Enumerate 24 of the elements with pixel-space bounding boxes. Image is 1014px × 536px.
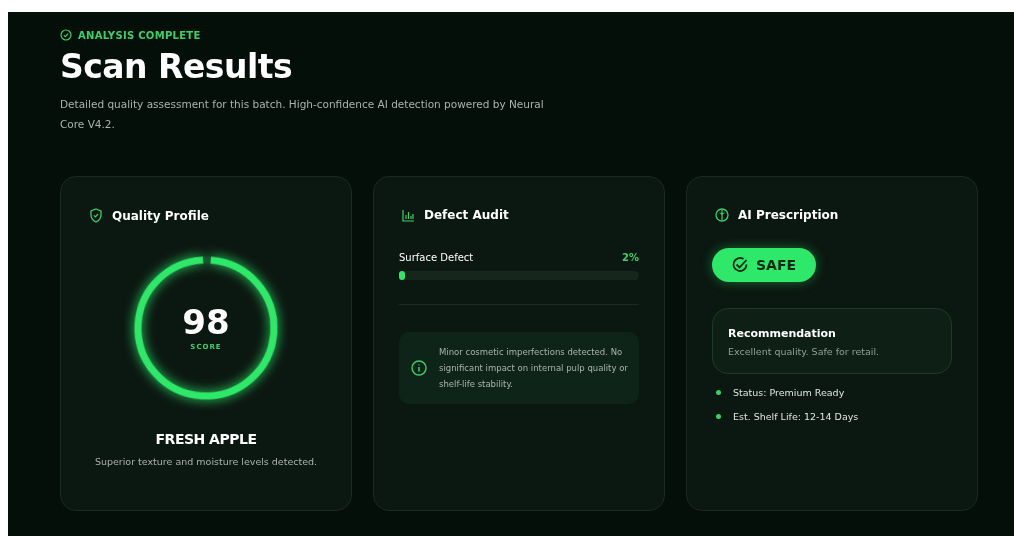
recommendation-title: Recommendation — [728, 327, 837, 340]
verdict-label: SAFE — [756, 257, 797, 273]
product-name: FRESH APPLE — [155, 431, 257, 447]
card-title: AI Prescription — [738, 208, 839, 222]
status-label: ANALYSIS COMPLETE — [78, 29, 201, 41]
page-title: Scan Results — [60, 47, 294, 86]
recommendation-text: Excellent quality. Safe for retail. — [728, 346, 881, 357]
info-text: Minor cosmetic imperfections detected. No significant impact on internal pulp quality or shelf-life stability. — [439, 346, 629, 391]
card-title: Quality Profile — [112, 208, 209, 223]
shield-icon — [89, 208, 103, 223]
score-value: 98 — [182, 305, 230, 339]
bar-chart-icon — [402, 208, 415, 222]
bullet-dot-icon — [716, 390, 721, 395]
info-icon — [411, 360, 427, 376]
metric-label: Surface Defect — [399, 252, 474, 263]
check-circle-icon — [731, 256, 749, 274]
product-note: Superior texture and moisture levels detected. — [94, 456, 318, 467]
fact-text: Est. Shelf Life: 12-14 Days — [733, 411, 859, 422]
check-circle-icon — [60, 29, 72, 41]
card-title: Defect Audit — [424, 208, 509, 222]
bullet-dot-icon — [716, 414, 721, 419]
fact-text: Status: Premium Ready — [733, 387, 845, 398]
metric-value: 2% — [622, 252, 639, 263]
page-description: Detailed quality assessment for this batch. High-confidence AI detection powered by Neural Core V4.2. — [60, 97, 545, 132]
